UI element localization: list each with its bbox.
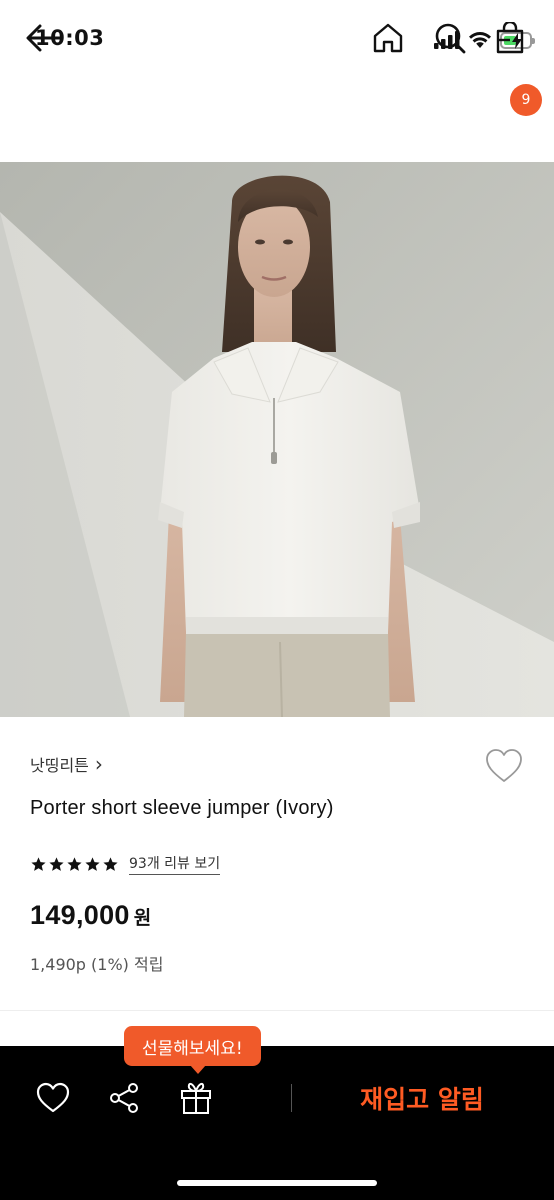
home-indicator xyxy=(177,1180,377,1186)
price-value: 149,000 xyxy=(30,900,130,930)
home-button[interactable] xyxy=(366,16,410,60)
section-divider xyxy=(0,1010,554,1011)
share-icon xyxy=(110,1083,138,1113)
product-photo xyxy=(0,162,554,717)
share-button[interactable] xyxy=(102,1076,146,1120)
back-arrow-icon xyxy=(26,24,62,52)
price-unit: 원 xyxy=(133,907,152,929)
star-icon xyxy=(85,856,100,871)
heart-icon xyxy=(486,749,522,782)
shopping-bag-icon xyxy=(496,22,524,54)
product-image[interactable] xyxy=(0,162,554,717)
cart-count-badge: 9 xyxy=(510,84,542,116)
star-icon xyxy=(67,856,82,871)
bottom-wishlist-button[interactable] xyxy=(31,1076,75,1120)
review-link[interactable]: 93개 리뷰 보기 xyxy=(129,853,221,875)
home-icon xyxy=(373,23,403,53)
gift-icon xyxy=(181,1082,211,1114)
star-rating xyxy=(30,856,119,873)
top-nav-bar xyxy=(0,80,554,162)
bar-divider xyxy=(291,1084,292,1112)
price-row: 149,000 원 xyxy=(30,900,151,931)
star-icon xyxy=(49,856,64,871)
chevron-right-icon: › xyxy=(94,752,103,776)
product-name: Porter short sleeve jumper (Ivory) xyxy=(30,797,334,819)
restock-alert-button[interactable]: 재입고 알림 xyxy=(300,1070,544,1126)
gift-tooltip: 선물해보세요! xyxy=(124,1026,261,1074)
brand-link[interactable]: 낫띵리튼 › xyxy=(30,752,103,776)
search-icon xyxy=(435,23,466,54)
search-button[interactable] xyxy=(428,16,472,60)
gift-button[interactable] xyxy=(174,1076,218,1120)
heart-icon xyxy=(36,1082,70,1113)
cart-button[interactable] xyxy=(488,16,532,60)
reward-points: 1,490p (1%) 적립 xyxy=(30,955,164,974)
star-icon xyxy=(31,856,46,871)
back-button[interactable] xyxy=(22,18,66,58)
star-icon xyxy=(103,856,118,871)
brand-name: 낫띵리튼 xyxy=(30,756,89,775)
wishlist-button[interactable] xyxy=(484,746,524,786)
rating-row: 93개 리뷰 보기 xyxy=(30,853,221,875)
